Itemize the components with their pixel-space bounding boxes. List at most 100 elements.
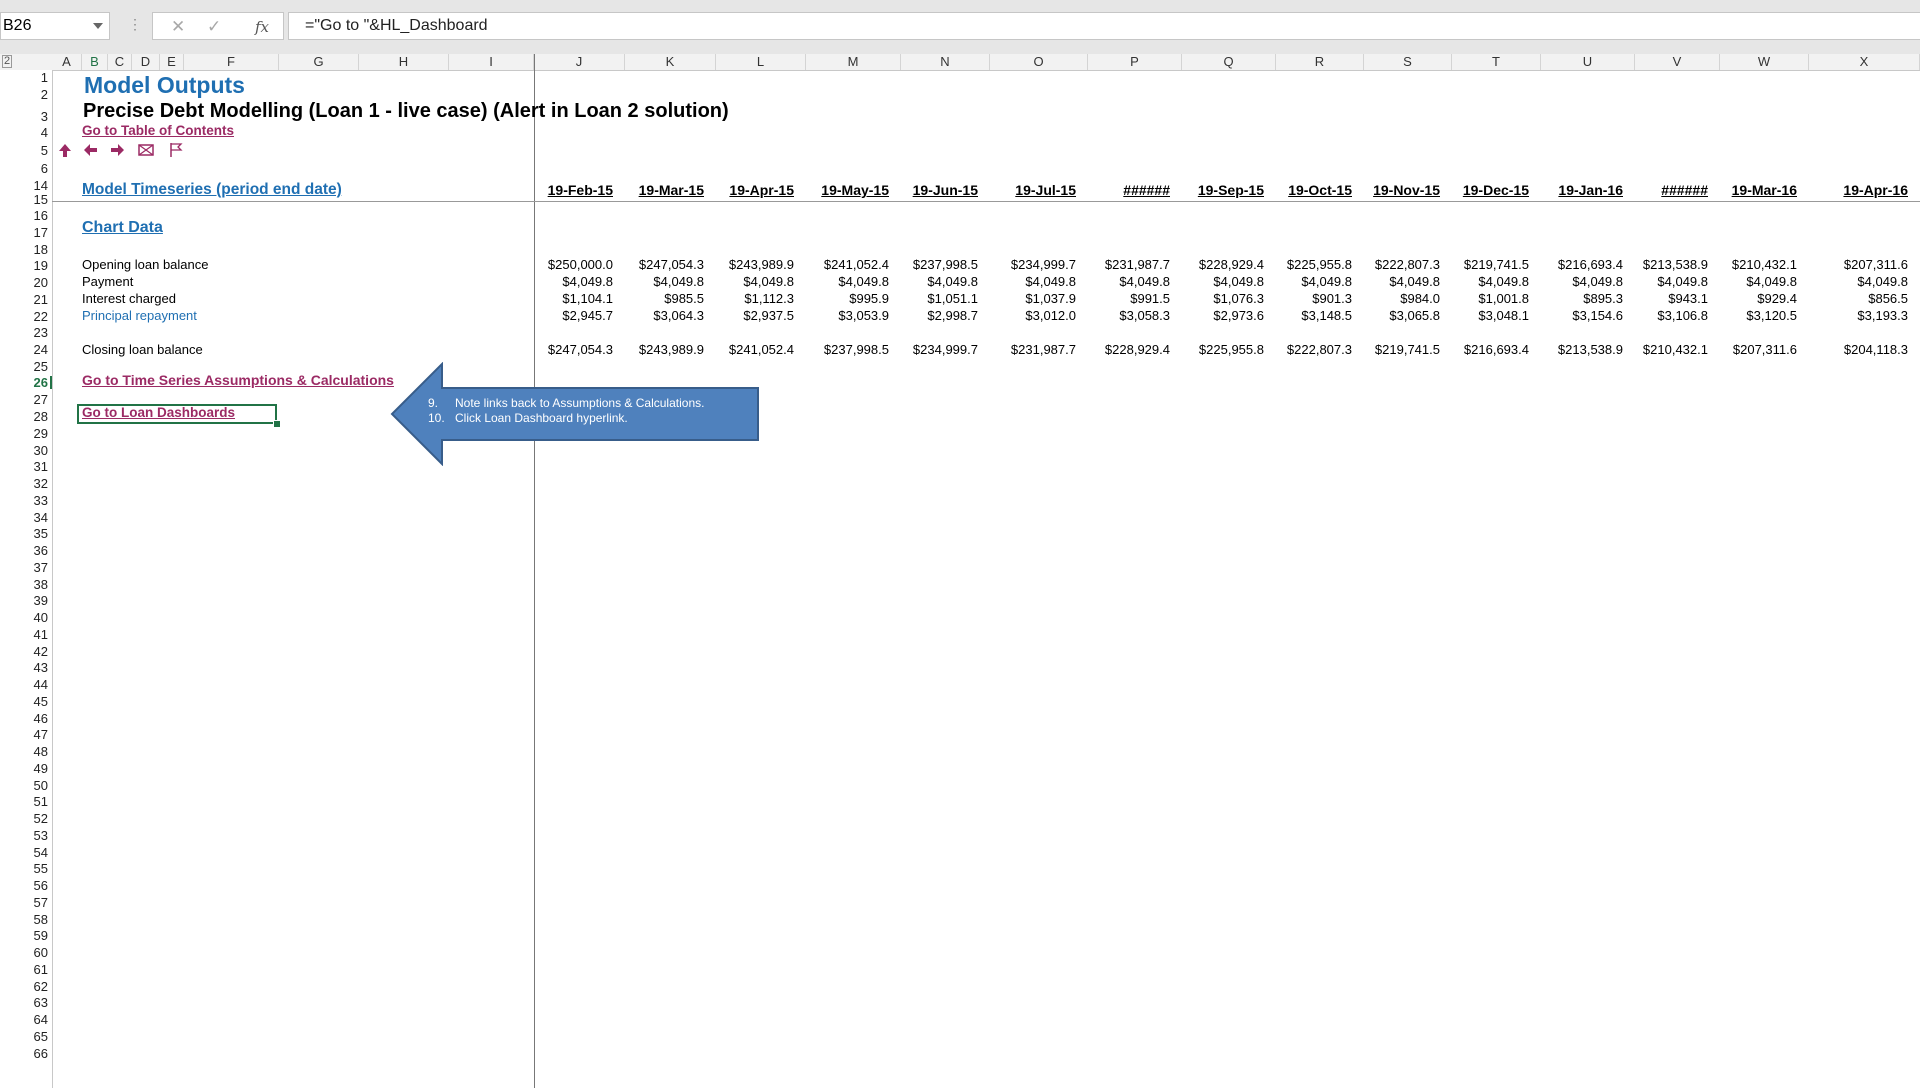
value-cell[interactable]: $3,154.6: [1572, 308, 1623, 323]
row-header[interactable]: 2: [0, 87, 48, 102]
date-cell[interactable]: 19-Jan-16: [1558, 182, 1623, 198]
cancel-icon[interactable]: ✕: [171, 14, 185, 40]
value-cell[interactable]: $3,058.3: [1119, 308, 1170, 323]
row-header[interactable]: 63: [0, 995, 48, 1010]
column-header[interactable]: B: [82, 54, 108, 70]
value-cell[interactable]: $1,051.1: [927, 291, 978, 306]
row-header[interactable]: 40: [0, 610, 48, 625]
row-header[interactable]: 54: [0, 845, 48, 860]
column-header[interactable]: S: [1364, 54, 1452, 70]
sheet-title[interactable]: Model Outputs: [84, 72, 245, 99]
row-header[interactable]: 20: [0, 275, 48, 290]
name-box[interactable]: B26: [0, 12, 110, 40]
value-cell[interactable]: $2,998.7: [927, 308, 978, 323]
value-cell[interactable]: $4,049.8: [1478, 274, 1529, 289]
value-cell[interactable]: $222,807.3: [1375, 257, 1440, 272]
row-label[interactable]: Closing loan balance: [82, 342, 203, 357]
value-cell[interactable]: $231,987.7: [1011, 342, 1076, 357]
date-cell[interactable]: 19-May-15: [821, 182, 889, 198]
value-cell[interactable]: $995.9: [849, 291, 889, 306]
column-header[interactable]: P: [1088, 54, 1182, 70]
row-header[interactable]: 46: [0, 711, 48, 726]
row-header[interactable]: 38: [0, 577, 48, 592]
row-header[interactable]: 29: [0, 426, 48, 441]
row-label[interactable]: Principal repayment: [82, 308, 197, 323]
row-header[interactable]: 41: [0, 627, 48, 642]
column-header[interactable]: H: [359, 54, 449, 70]
value-cell[interactable]: $247,054.3: [639, 257, 704, 272]
row-header[interactable]: 32: [0, 476, 48, 491]
column-header[interactable]: A: [52, 54, 82, 70]
date-cell[interactable]: ######: [1661, 182, 1708, 198]
column-header[interactable]: Q: [1182, 54, 1276, 70]
row-header[interactable]: 37: [0, 560, 48, 575]
column-header[interactable]: E: [160, 54, 184, 70]
date-cell[interactable]: 19-Nov-15: [1373, 182, 1440, 198]
column-header[interactable]: L: [716, 54, 806, 70]
row-label[interactable]: Interest charged: [82, 291, 176, 306]
value-cell[interactable]: $4,049.8: [562, 274, 613, 289]
row-header[interactable]: 65: [0, 1029, 48, 1044]
row-header[interactable]: 34: [0, 510, 48, 525]
row-header[interactable]: 49: [0, 761, 48, 776]
value-cell[interactable]: $219,741.5: [1464, 257, 1529, 272]
value-cell[interactable]: $901.3: [1312, 291, 1352, 306]
value-cell[interactable]: $1,112.3: [744, 291, 794, 306]
enter-icon[interactable]: ✓: [207, 14, 221, 40]
row-header[interactable]: 42: [0, 644, 48, 659]
value-cell[interactable]: $243,989.9: [729, 257, 794, 272]
row-header[interactable]: 66: [0, 1046, 48, 1061]
row-header[interactable]: 27: [0, 392, 48, 407]
value-cell[interactable]: $4,049.8: [1301, 274, 1352, 289]
row-header[interactable]: 62: [0, 979, 48, 994]
row-header[interactable]: 44: [0, 677, 48, 692]
column-header[interactable]: D: [132, 54, 160, 70]
date-cell[interactable]: ######: [1123, 182, 1170, 198]
value-cell[interactable]: $3,064.3: [653, 308, 704, 323]
date-cell[interactable]: 19-Mar-15: [639, 182, 704, 198]
row-header[interactable]: 30: [0, 443, 48, 458]
value-cell[interactable]: $228,929.4: [1199, 257, 1264, 272]
column-header[interactable]: C: [108, 54, 132, 70]
value-cell[interactable]: $237,998.5: [824, 342, 889, 357]
value-cell[interactable]: $234,999.7: [913, 342, 978, 357]
row-header[interactable]: 55: [0, 861, 48, 876]
envelope-icon[interactable]: [138, 141, 154, 159]
column-header[interactable]: J: [534, 54, 625, 70]
date-cell[interactable]: 19-Dec-15: [1463, 182, 1529, 198]
value-cell[interactable]: $4,049.8: [1857, 274, 1908, 289]
row-header[interactable]: 39: [0, 593, 48, 608]
value-cell[interactable]: $228,929.4: [1105, 342, 1170, 357]
row-header[interactable]: 14: [0, 178, 48, 193]
date-cell[interactable]: 19-Apr-16: [1843, 182, 1908, 198]
row-header[interactable]: 22: [0, 309, 48, 324]
row-header[interactable]: 50: [0, 778, 48, 793]
chart-data-label[interactable]: Chart Data: [82, 219, 163, 237]
row-header[interactable]: 35: [0, 526, 48, 541]
arrow-left-icon[interactable]: [82, 141, 98, 159]
row-header[interactable]: 23: [0, 325, 48, 340]
value-cell[interactable]: $219,741.5: [1375, 342, 1440, 357]
row-header[interactable]: 60: [0, 945, 48, 960]
value-cell[interactable]: $984.0: [1400, 291, 1440, 306]
row-header[interactable]: 43: [0, 660, 48, 675]
value-cell[interactable]: $3,053.9: [838, 308, 889, 323]
value-cell[interactable]: $3,106.8: [1657, 308, 1708, 323]
date-cell[interactable]: 19-Oct-15: [1288, 182, 1352, 198]
row-header[interactable]: 16: [0, 208, 48, 223]
value-cell[interactable]: $4,049.8: [1025, 274, 1076, 289]
value-cell[interactable]: $250,000.0: [548, 257, 613, 272]
dashboard-hyperlink[interactable]: Go to Loan Dashboards: [82, 405, 235, 420]
row-header[interactable]: 33: [0, 493, 48, 508]
row-header[interactable]: 18: [0, 242, 48, 257]
date-cell[interactable]: 19-Jun-15: [913, 182, 978, 198]
more-options-icon[interactable]: ⋮: [128, 16, 142, 33]
date-cell[interactable]: 19-Mar-16: [1732, 182, 1797, 198]
flag-icon[interactable]: [168, 141, 184, 159]
value-cell[interactable]: $234,999.7: [1011, 257, 1076, 272]
formula-input[interactable]: ="Go to "&HL_Dashboard: [288, 12, 1920, 40]
row-header[interactable]: 58: [0, 912, 48, 927]
value-cell[interactable]: $210,432.1: [1732, 257, 1797, 272]
value-cell[interactable]: $231,987.7: [1105, 257, 1170, 272]
row-header[interactable]: 61: [0, 962, 48, 977]
